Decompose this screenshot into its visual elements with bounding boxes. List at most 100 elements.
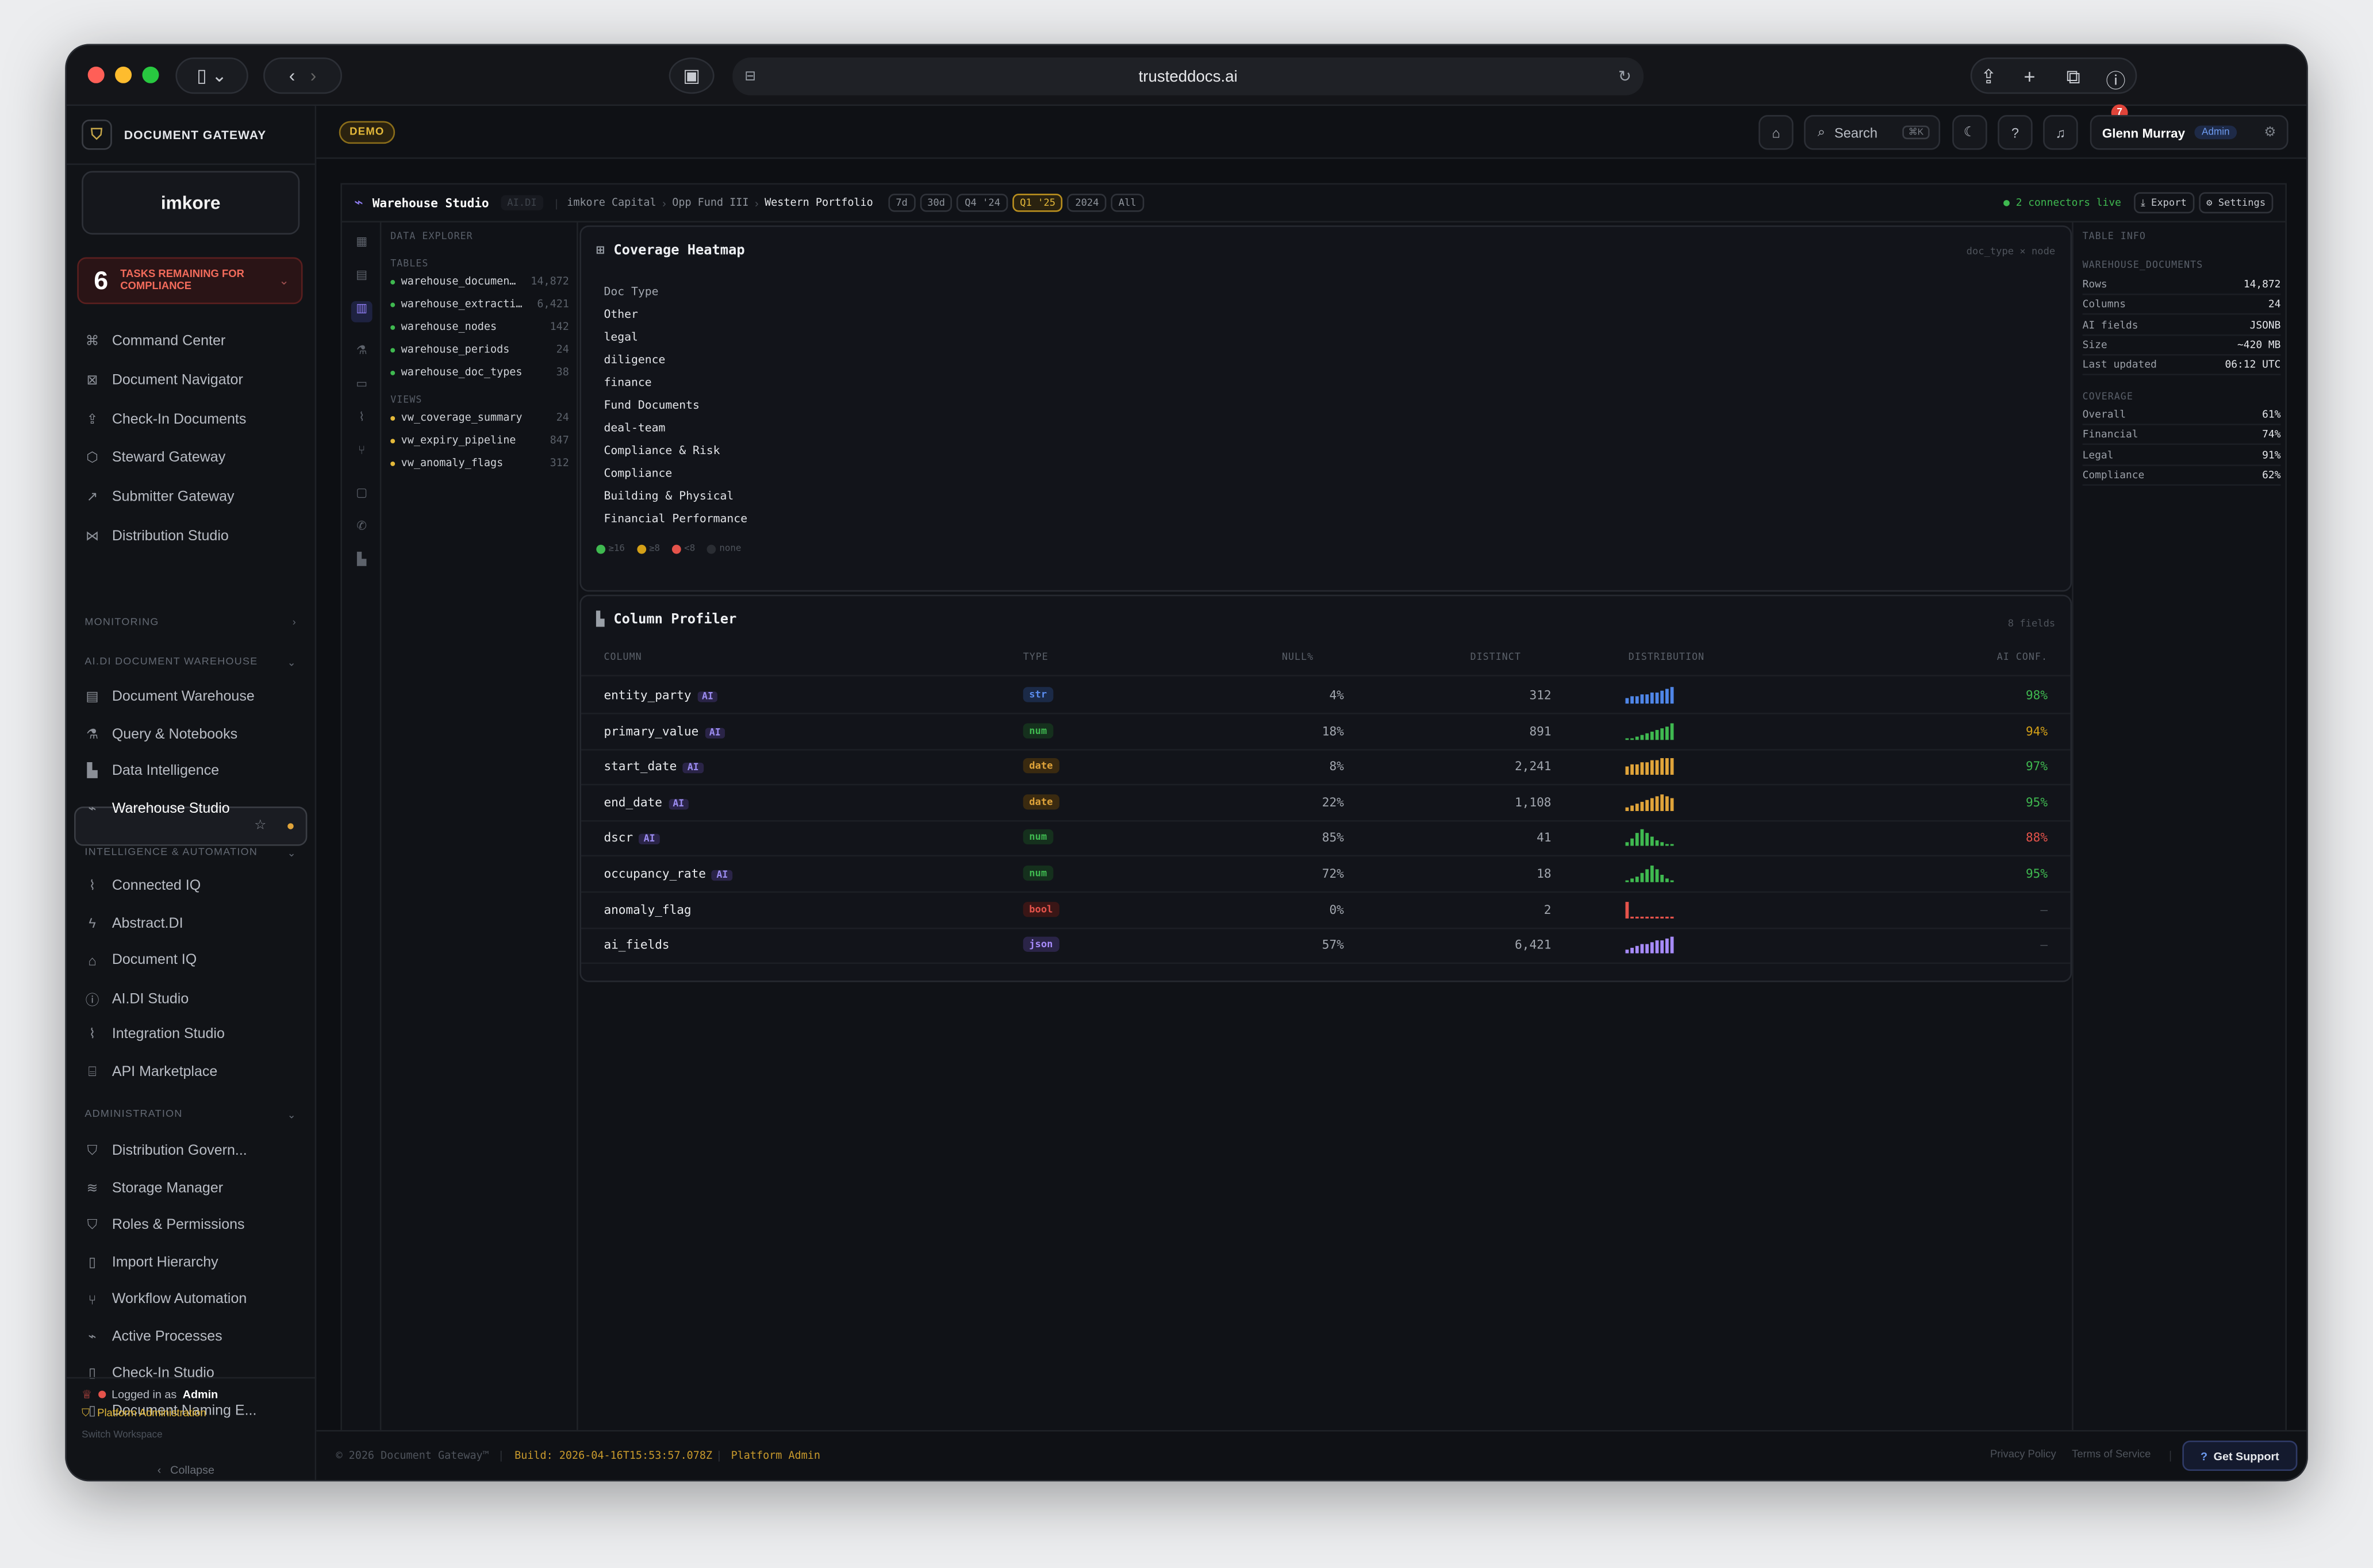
terms-link[interactable]: Terms of Service (2072, 1450, 2151, 1460)
intel-item-2[interactable]: ⌂ Document IQ (85, 952, 197, 969)
section-intelligence[interactable]: INTELLIGENCE & AUTOMATION ⌄ (85, 847, 297, 859)
compliance-tasks-banner[interactable]: 6 TASKS REMAINING FOR COMPLIANCE ⌄ (77, 257, 303, 305)
profiler-row[interactable]: occupancy_rate AI num 72% 18 95% (581, 858, 2071, 893)
heatmap-row-label[interactable]: Financial Performance (604, 512, 747, 525)
export-button[interactable]: ⤓ Export (2133, 192, 2195, 214)
table-icon[interactable]: ▥ (351, 301, 373, 322)
brand[interactable]: ⛉ DOCUMENT GATEWAY (82, 113, 266, 156)
admin-item-0[interactable]: ⛉ Distribution Govern... (85, 1143, 247, 1159)
minimize-window-button[interactable] (115, 66, 132, 83)
branch-icon[interactable]: ⑂ (354, 443, 369, 458)
view-item[interactable]: vw_expiry_pipeline 847 (390, 435, 569, 447)
profiler-row[interactable]: end_date AI date 22% 1,108 95% (581, 786, 2071, 822)
table-item[interactable]: warehouse_doc_types 38 (390, 366, 569, 378)
help-button[interactable]: ? (1998, 115, 2033, 150)
heatmap-row-label[interactable]: deal-team (604, 421, 665, 435)
star-icon[interactable]: ☆ (254, 817, 266, 834)
section-warehouse[interactable]: AI.DI DOCUMENT WAREHOUSE ⌄ (85, 657, 297, 669)
back-icon[interactable]: ‹ (289, 65, 295, 86)
workspace-logo[interactable]: imkore (82, 171, 300, 235)
share-icon[interactable]: ⇪ (1976, 65, 2000, 89)
col-header-type[interactable]: TYPE (1023, 652, 1049, 663)
address-bar[interactable]: ⊟ trusteddocs.ai ↻ (732, 57, 1644, 95)
profiler-row[interactable]: ai_fields json 57% 6,421 — (581, 929, 2071, 964)
nav-item-4[interactable]: ↗ Submitter Gateway (85, 489, 235, 506)
flask-icon[interactable]: ⚗ (354, 344, 369, 359)
period-2[interactable]: Q4 '24 (957, 193, 1008, 212)
history-nav[interactable]: ‹ › (263, 57, 342, 94)
col-header-distinct[interactable]: DISTINCT (1470, 652, 1521, 663)
col-header-null[interactable]: NULL% (1282, 652, 1314, 663)
intel-item-1[interactable]: ϟ Abstract.DI (85, 914, 183, 931)
nav-item-5[interactable]: ⋈ Distribution Studio (85, 528, 229, 545)
admin-item-3[interactable]: ▯ Import Hierarchy (85, 1254, 218, 1270)
bar-chart-icon[interactable]: ▙ (354, 552, 369, 567)
view-item[interactable]: vw_coverage_summary 24 (390, 412, 569, 424)
heatmap-row-label[interactable]: Compliance (604, 466, 672, 480)
profiler-row[interactable]: start_date AI date 8% 2,241 97% (581, 751, 2071, 786)
grid-icon[interactable]: ▦ (354, 235, 369, 249)
section-administration[interactable]: ADMINISTRATION ⌄ (85, 1109, 297, 1121)
breadcrumb-2[interactable]: Western Portfolio (765, 197, 873, 209)
period-1[interactable]: 30d (919, 193, 953, 212)
privacy-link[interactable]: Privacy Policy (1990, 1450, 2056, 1460)
admin-item-4[interactable]: ⑂ Workflow Automation (85, 1291, 247, 1308)
plug-icon[interactable]: ⌇ (354, 410, 369, 425)
reader-button[interactable]: ▣ (669, 57, 715, 94)
breadcrumb-1[interactable]: Opp Fund III (672, 197, 748, 209)
period-3[interactable]: Q1 '25 (1012, 193, 1063, 212)
notifications-button[interactable]: ♫ (2043, 115, 2078, 150)
profiler-row[interactable]: anomaly_flag bool 0% 2 — (581, 894, 2071, 929)
table-item[interactable]: warehouse_documen… 14,872 (390, 275, 569, 287)
heatmap-row-label[interactable]: Compliance & Risk (604, 443, 720, 457)
collapse-button[interactable]: ‹ Collapse (158, 1463, 214, 1477)
document-icon[interactable]: ▤ (354, 268, 369, 283)
theme-toggle-button[interactable]: ☾ (1952, 115, 1987, 150)
warehouse-item-3[interactable]: ⌁ Warehouse Studio (85, 800, 229, 816)
intel-item-3[interactable]: ⓘ AI.DI Studio (85, 989, 189, 1008)
gear-icon[interactable]: ⚙ (2264, 124, 2276, 141)
maximize-window-button[interactable] (142, 66, 159, 83)
admin-item-1[interactable]: ≋ Storage Manager (85, 1179, 223, 1196)
profiler-row[interactable]: dscr AI num 85% 41 88% (581, 823, 2071, 858)
heatmap-row-label[interactable]: Other (604, 307, 638, 321)
table-item[interactable]: warehouse_extracti… 6,421 (390, 298, 569, 310)
section-monitoring[interactable]: MONITORING › (85, 617, 297, 628)
tabs-overview-icon[interactable]: ⧉ (2061, 65, 2086, 89)
col-header-distribution[interactable]: DISTRIBUTION (1629, 652, 1704, 663)
heatmap-row-label[interactable]: Fund Documents (604, 398, 699, 412)
get-support-button[interactable]: ? Get Support (2182, 1440, 2298, 1471)
reload-icon[interactable]: ↻ (1618, 67, 1631, 86)
breadcrumb-0[interactable]: imkore Capital (567, 197, 656, 209)
admin-item-5[interactable]: ⌁ Active Processes (85, 1328, 222, 1344)
switch-workspace-link[interactable]: Switch Workspace (82, 1430, 162, 1440)
heatmap-row-label[interactable]: Building & Physical (604, 489, 734, 502)
user-menu[interactable]: Glenn Murray Admin ⚙ (2090, 115, 2288, 150)
settings-button[interactable]: ⚙ Settings (2198, 192, 2274, 214)
nav-item-1[interactable]: ⊠ Document Navigator (85, 372, 243, 389)
search-button[interactable]: ⌕ Search ⌘K (1804, 115, 1941, 150)
admin-item-2[interactable]: ⛉ Roles & Permissions (85, 1217, 245, 1233)
heatmap-row-label[interactable]: finance (604, 375, 651, 389)
profiler-row[interactable]: primary_value AI num 18% 891 94% (581, 715, 2071, 750)
new-tab-icon[interactable]: + (2017, 65, 2041, 87)
col-header-column[interactable]: COLUMN (604, 652, 642, 663)
heatmap-row-label[interactable]: legal (604, 330, 638, 344)
nav-item-0[interactable]: ⌘ Command Center (85, 333, 225, 349)
chat-icon[interactable]: ▢ (354, 486, 369, 501)
nav-item-2[interactable]: ⇪ Check-In Documents (85, 411, 247, 428)
table-item[interactable]: warehouse_nodes 142 (390, 321, 569, 333)
intel-item-4[interactable]: ⌇ Integration Studio (85, 1026, 225, 1043)
warehouse-item-2[interactable]: ▙ Data Intelligence (85, 763, 219, 779)
profiler-row[interactable]: entity_party AI str 4% 312 98% (581, 679, 2071, 714)
view-item[interactable]: vw_anomaly_flags 312 (390, 457, 569, 469)
nav-item-3[interactable]: ⬡ Steward Gateway (85, 450, 225, 467)
platform-admin-link[interactable]: ⛉ Platform Administration (82, 1409, 206, 1421)
period-5[interactable]: All (1111, 193, 1144, 212)
page-settings-icon[interactable]: ⊟ (744, 68, 756, 84)
bot-button[interactable]: ⌂ (1758, 115, 1794, 150)
phone-icon[interactable]: ✆ (354, 519, 369, 534)
period-0[interactable]: 7d (888, 193, 916, 212)
info-icon[interactable]: ⓘ (2103, 65, 2128, 94)
intel-item-0[interactable]: ⌇ Connected IQ (85, 878, 201, 894)
